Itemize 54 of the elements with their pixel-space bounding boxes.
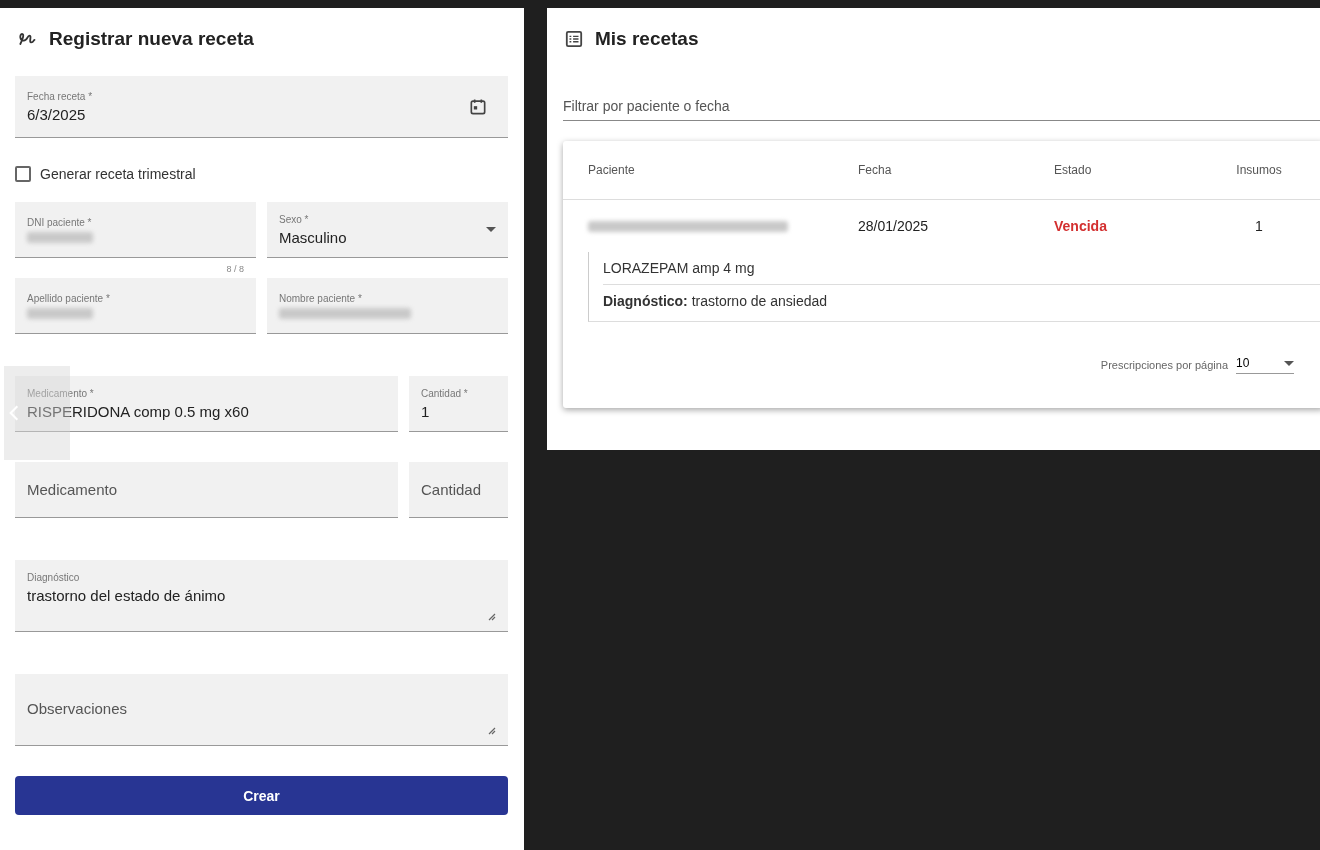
- dni-field[interactable]: DNI paciente *: [15, 202, 256, 258]
- page-size-select[interactable]: 10: [1236, 356, 1294, 374]
- dropdown-caret-icon: [1284, 360, 1294, 366]
- field-label: Fecha receta *: [27, 90, 93, 102]
- resize-handle-icon[interactable]: [488, 613, 496, 621]
- medication-field[interactable]: Medicamento * RISPERIDONA comp 0.5 mg x60: [15, 376, 398, 432]
- column-header: Paciente: [588, 163, 636, 177]
- field-value: RISPERIDONA comp 0.5 mg x60: [27, 402, 249, 420]
- detail-text: LORAZEPAM amp 4 mg: [603, 252, 1320, 285]
- name-field[interactable]: Nombre paciente *: [267, 278, 508, 334]
- list-icon: [565, 30, 583, 48]
- table-row[interactable]: 28/01/2025 Vencida 1: [563, 200, 1320, 252]
- field-placeholder: Cantidad: [421, 481, 482, 498]
- field-label: Nombre paciente *: [279, 292, 363, 304]
- field-label: Medicamento *: [27, 387, 95, 399]
- field-placeholder: Observaciones: [27, 700, 128, 717]
- chevron-left-icon: [9, 404, 19, 422]
- dropdown-caret-icon: [486, 227, 496, 232]
- date-field[interactable]: Fecha receta * 6/3/2025: [15, 76, 508, 138]
- field-value: Masculino: [279, 228, 347, 246]
- diagnosis-field[interactable]: Diagnóstico trastorno del estado de ánimo: [15, 560, 508, 632]
- column-header: Fecha: [858, 163, 893, 177]
- status-text: Vencida: [1054, 218, 1108, 234]
- notes-field[interactable]: Observaciones: [15, 674, 508, 746]
- field-value: 1: [421, 402, 431, 420]
- panel-title: Mis recetas: [595, 28, 699, 50]
- checkbox-label: Generar receta trimestral: [40, 166, 196, 182]
- character-counter: 8 / 8: [226, 264, 244, 274]
- medication-field[interactable]: Medicamento: [15, 462, 398, 518]
- field-label: Apellido paciente *: [27, 292, 110, 304]
- field-label: Cantidad *: [421, 387, 468, 399]
- filter-field[interactable]: Filtrar por paciente o fecha: [563, 98, 1320, 121]
- form-title: Registrar nueva receta: [49, 28, 254, 50]
- redacted-text: [27, 231, 93, 243]
- sex-select[interactable]: Sexo * Masculino: [267, 202, 508, 258]
- column-header: Insumos: [1235, 163, 1283, 177]
- table-cell-text: 1: [1254, 218, 1264, 234]
- quantity-field[interactable]: Cantidad: [409, 462, 508, 518]
- field-placeholder: Medicamento: [27, 481, 118, 498]
- field-label: Diagnóstico: [27, 572, 81, 583]
- quantity-field[interactable]: Cantidad * 1: [409, 376, 508, 432]
- column-header: Estado: [1054, 163, 1093, 177]
- table-cell-text: 28/01/2025: [858, 218, 930, 234]
- field-value: trastorno del estado de ánimo: [27, 587, 226, 604]
- field-label: DNI paciente *: [27, 216, 93, 228]
- field-label: Sexo *: [279, 213, 310, 225]
- redacted-text: [27, 307, 93, 319]
- checkbox[interactable]: [15, 166, 31, 182]
- paginator-label: Prescripciones por página: [1100, 359, 1228, 371]
- resize-handle-icon[interactable]: [488, 727, 496, 735]
- create-button[interactable]: Crear: [15, 776, 508, 815]
- field-value: 6/3/2025: [27, 105, 87, 123]
- detail-text: Diagnóstico: trastorno de ansiedad: [603, 292, 829, 311]
- surname-field[interactable]: Apellido paciente *: [15, 278, 256, 334]
